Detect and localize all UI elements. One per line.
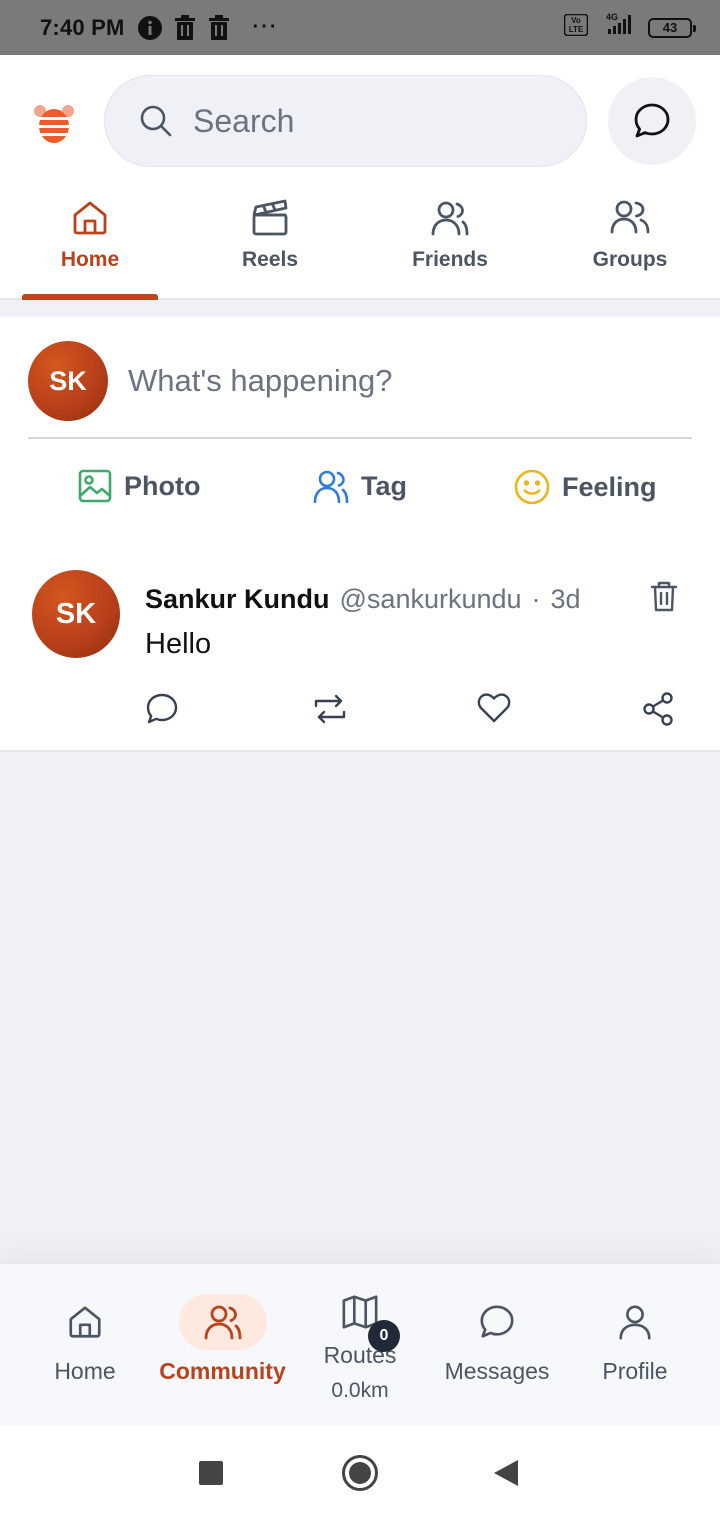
nav-label: Community	[159, 1358, 286, 1384]
feeling-button[interactable]: Feeling	[514, 469, 657, 505]
home-icon	[73, 201, 107, 235]
repost-button[interactable]	[312, 692, 348, 731]
home-icon	[69, 1306, 101, 1338]
bottom-nav: Home Community 0 Routes 0.0km Messages P…	[0, 1263, 720, 1425]
separator: ·	[531, 584, 541, 614]
post-actions	[0, 692, 720, 732]
battery-indicator: 43	[648, 17, 696, 38]
back-triangle-icon	[494, 1460, 518, 1486]
photo-label: Photo	[124, 470, 201, 501]
app-logo-icon[interactable]	[30, 99, 78, 147]
avatar[interactable]: SK	[32, 570, 120, 658]
post-header: Sankur Kundu @sankurkundu · 3d	[145, 584, 581, 615]
post-handle[interactable]: @sankurkundu	[340, 584, 522, 615]
top-header: Home Reels Friends Groups	[0, 55, 720, 300]
svg-text:LTE: LTE	[569, 25, 584, 34]
nav-label: Home	[54, 1358, 116, 1384]
post-text: Hello	[145, 628, 212, 660]
nav-messages[interactable]: Messages	[437, 1294, 557, 1385]
friends-icon	[431, 201, 469, 236]
tag-people-icon	[313, 470, 349, 503]
tag-button[interactable]: Tag	[313, 469, 407, 503]
community-icon	[204, 1305, 241, 1340]
nav-label: Messages	[444, 1358, 550, 1384]
nav-community[interactable]: Community	[155, 1294, 290, 1385]
svg-text:4G: 4G	[606, 12, 618, 22]
recents-button[interactable]	[199, 1461, 223, 1490]
search-icon	[140, 105, 172, 137]
tab-groups[interactable]: Groups	[540, 180, 720, 298]
comment-icon	[146, 693, 178, 724]
info-icon	[137, 15, 163, 41]
like-icon	[477, 693, 511, 723]
nav-icon	[616, 1294, 654, 1350]
like-button[interactable]	[477, 692, 511, 729]
search-bar[interactable]	[104, 75, 587, 167]
svg-text:Vo: Vo	[571, 16, 581, 25]
feeling-label: Feeling	[562, 471, 657, 502]
top-tab-bar: Home Reels Friends Groups	[0, 180, 720, 300]
nav-icon	[66, 1294, 104, 1350]
home-system-button[interactable]	[341, 1454, 379, 1497]
smiley-icon	[514, 469, 550, 505]
photo-button[interactable]: Photo	[78, 469, 200, 503]
chat-bubble-icon	[480, 1305, 514, 1338]
square-icon	[199, 1461, 223, 1485]
profile-icon	[619, 1305, 651, 1340]
chat-button[interactable]	[608, 77, 696, 165]
tab-home[interactable]: Home	[0, 180, 180, 300]
groups-icon	[610, 200, 650, 234]
avatar[interactable]: SK	[28, 341, 108, 421]
chat-bubble-icon	[634, 103, 670, 138]
clapperboard-icon	[252, 199, 288, 236]
status-time: 7:40 PM	[40, 14, 125, 40]
active-tab-indicator	[22, 294, 158, 300]
comment-button[interactable]	[145, 692, 179, 731]
post-composer: SK Photo Tag Feeling	[0, 317, 720, 532]
nav-label: Profile	[602, 1358, 668, 1384]
tab-reels[interactable]: Reels	[180, 180, 360, 298]
routes-distance: 0.0km	[331, 1379, 389, 1402]
active-nav-pill	[178, 1294, 267, 1350]
nav-profile[interactable]: Profile	[590, 1294, 680, 1385]
status-indicators: Vo LTE 4G 43	[563, 12, 696, 43]
trash-icon	[650, 581, 678, 612]
repost-icon	[314, 694, 346, 724]
nav-routes[interactable]: 0 Routes 0.0km	[310, 1284, 410, 1403]
trash-icon	[207, 14, 231, 41]
post-author[interactable]: Sankur Kundu	[145, 584, 330, 615]
tab-label: Reels	[241, 248, 299, 271]
signal-icon: 4G	[598, 12, 638, 43]
search-input[interactable]	[193, 102, 523, 140]
tab-label: Home	[60, 248, 120, 271]
tag-label: Tag	[361, 470, 407, 501]
volte-icon: Vo LTE	[563, 13, 589, 41]
delete-post-button[interactable]	[650, 580, 678, 617]
more-dots-icon: ···	[252, 16, 279, 38]
share-button[interactable]	[642, 692, 674, 731]
system-nav-bar	[0, 1425, 720, 1520]
circle-icon	[342, 1455, 378, 1491]
composer-actions: Photo Tag Feeling	[0, 469, 720, 513]
tab-friends[interactable]: Friends	[360, 180, 540, 298]
composer-input[interactable]	[128, 361, 668, 401]
routes-badge: 0	[368, 1320, 400, 1352]
share-icon	[643, 692, 673, 726]
trash-icon	[173, 14, 197, 41]
status-bar: 7:40 PM ··· Vo LTE 4G 43	[0, 0, 720, 55]
post-card: SK Sankur Kundu @sankurkundu · 3d Hello	[0, 532, 720, 752]
nav-icon	[478, 1294, 516, 1350]
divider	[28, 437, 692, 439]
post-timestamp: 3d	[550, 584, 581, 614]
tab-label: Friends	[412, 248, 488, 271]
photo-icon	[78, 469, 112, 503]
nav-home[interactable]: Home	[40, 1294, 130, 1385]
tab-label: Groups	[592, 248, 668, 271]
back-button[interactable]	[493, 1459, 519, 1492]
